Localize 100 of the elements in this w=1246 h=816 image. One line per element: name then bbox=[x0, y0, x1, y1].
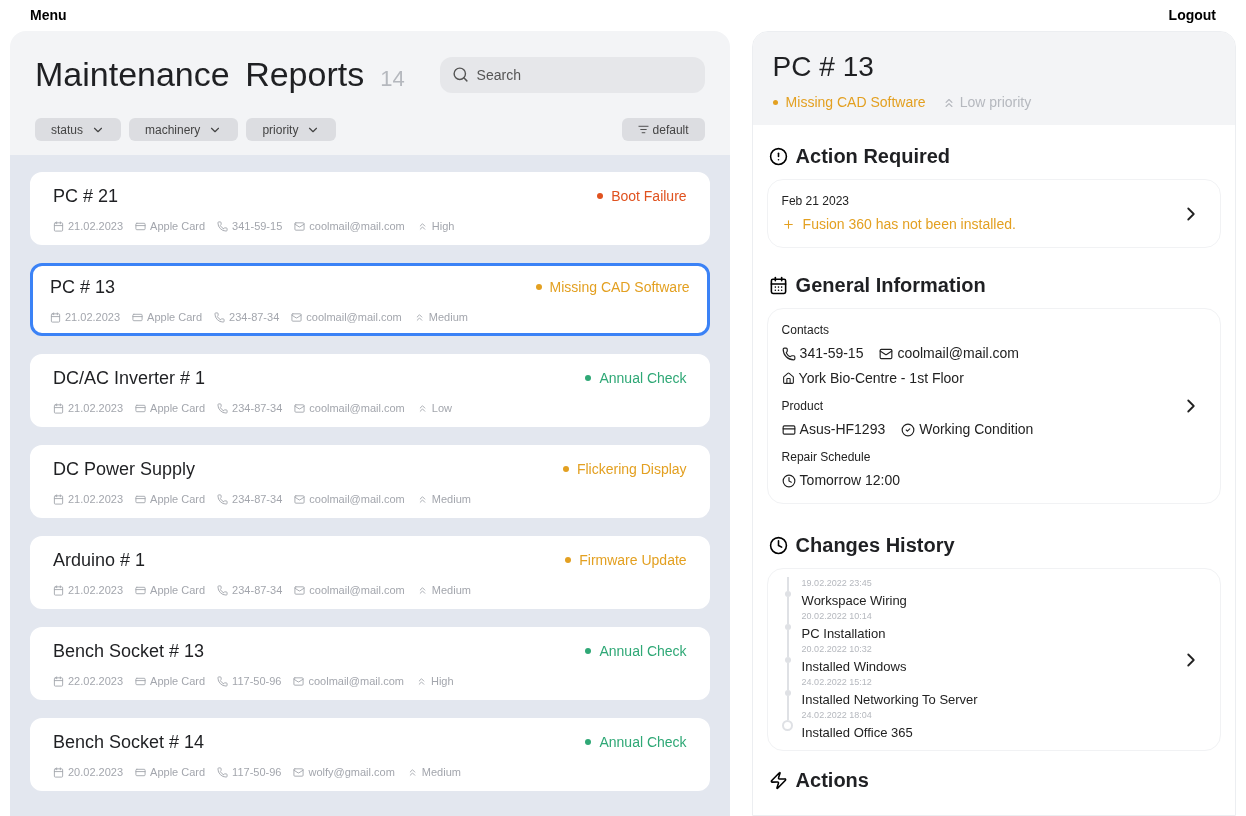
calendar-icon bbox=[50, 311, 61, 323]
page-title: Maintenance Reports bbox=[35, 54, 365, 95]
report-card[interactable]: PC # 13 Missing CAD Software 21.02.2023 Apple Card 234-87-34 coolmail@mail.com Medium bbox=[30, 263, 710, 336]
email-address: coolmail@mail.com bbox=[308, 673, 404, 689]
filter-dropdown[interactable]: machinery bbox=[129, 118, 239, 141]
payment-method: Apple Card bbox=[150, 491, 206, 507]
phone-number: 234-87-34 bbox=[232, 582, 283, 598]
history-time: 24.02.2022 15:12 bbox=[801, 676, 873, 689]
report-name: Bench Socket # 13 bbox=[53, 639, 205, 663]
field-label: Repair Schedule bbox=[781, 449, 872, 466]
status-label: Boot Failure bbox=[611, 186, 687, 206]
report-card[interactable]: Bench Socket # 14 Annual Check 20.02.2023 Apple Card 117-50-96 wolfy@gmail.com Medium bbox=[30, 718, 710, 791]
mail-icon bbox=[293, 766, 305, 778]
section-heading: Action Required bbox=[795, 144, 951, 169]
payment-method: Apple Card bbox=[147, 309, 203, 325]
phone-number: 117-50-96 bbox=[232, 673, 282, 689]
phone-number: 117-50-96 bbox=[232, 764, 282, 780]
phone-icon bbox=[217, 402, 229, 414]
email-address: coolmail@mail.com bbox=[309, 218, 405, 234]
report-card[interactable]: DC Power Supply Flickering Display 21.02.2023 Apple Card 234-87-34 coolmail@mail.com Medium bbox=[30, 445, 710, 518]
calendar-icon bbox=[53, 402, 64, 414]
phone-number: 341-59-15 bbox=[799, 344, 864, 363]
calendar-icon bbox=[53, 220, 64, 232]
report-name: Arduino # 1 bbox=[53, 548, 146, 572]
report-card[interactable]: Arduino # 1 Firmware Update 21.02.2023 Apple Card 234-87-34 coolmail@mail.com Medium bbox=[30, 536, 710, 609]
card-icon bbox=[135, 493, 147, 505]
priority-label: Low priority bbox=[959, 93, 1032, 112]
action-date: Feb 21 2023 bbox=[781, 193, 850, 210]
phone-icon bbox=[217, 766, 229, 778]
email-address: coolmail@mail.com bbox=[306, 309, 402, 325]
schedule-text: Tomorrow 12:00 bbox=[799, 471, 900, 490]
menu-link[interactable]: Menu bbox=[30, 5, 67, 26]
mail-icon bbox=[294, 493, 306, 505]
history-time: 20.02.2022 10:32 bbox=[801, 643, 873, 656]
sort-button[interactable]: default bbox=[621, 118, 705, 141]
payment-method: Apple Card bbox=[150, 764, 206, 780]
mail-icon bbox=[294, 402, 306, 414]
status-label: Annual Check bbox=[599, 732, 687, 752]
report-date: 21.02.2023 bbox=[65, 309, 121, 325]
logout-link[interactable]: Logout bbox=[1168, 5, 1216, 26]
report-card[interactable]: PC # 21 Boot Failure 21.02.2023 Apple Card 341-59-15 coolmail@mail.com High bbox=[30, 172, 710, 245]
report-name: PC # 21 bbox=[53, 184, 119, 208]
card-icon bbox=[135, 402, 147, 414]
priority-label: High bbox=[431, 218, 455, 234]
calendar-icon bbox=[53, 584, 64, 596]
clock-icon bbox=[781, 473, 796, 488]
info-card[interactable]: Contacts 341-59-15 coolmail@mail.com York Bio-Centre - 1st Floor Product Asus-HF1293 Working Condition Repair Schedule Tomorrow 12:00 bbox=[766, 308, 1221, 504]
product-name: Asus-HF1293 bbox=[799, 420, 886, 439]
action-card[interactable]: Feb 21 2023 Fusion 360 has not been installed. bbox=[766, 179, 1221, 248]
card-icon bbox=[135, 220, 147, 232]
plus-icon bbox=[781, 218, 795, 231]
report-name: Bench Socket # 14 bbox=[53, 730, 205, 754]
mail-icon bbox=[293, 675, 305, 687]
phone-number: 234-87-34 bbox=[232, 400, 283, 416]
calendar-icon bbox=[53, 493, 64, 505]
lightning-icon bbox=[768, 770, 788, 790]
email-address: wolfy@gmail.com bbox=[308, 764, 395, 780]
status-label: Missing CAD Software bbox=[785, 93, 926, 112]
calendar-icon bbox=[768, 275, 788, 295]
alert-icon bbox=[768, 146, 788, 166]
mail-icon bbox=[294, 584, 306, 596]
status-label: Annual Check bbox=[599, 641, 687, 661]
field-label: Product bbox=[781, 398, 824, 415]
report-date: 21.02.2023 bbox=[68, 218, 124, 234]
payment-method: Apple Card bbox=[150, 673, 206, 689]
report-date: 22.02.2023 bbox=[68, 673, 124, 689]
report-date: 21.02.2023 bbox=[68, 491, 124, 507]
phone-number: 234-87-34 bbox=[229, 309, 280, 325]
sort-icon bbox=[637, 124, 649, 135]
report-name: PC # 13 bbox=[50, 275, 116, 299]
card-icon bbox=[135, 584, 147, 596]
filter-dropdown[interactable]: status bbox=[35, 118, 121, 141]
section-heading: Changes History bbox=[795, 533, 955, 558]
priority-label: Low bbox=[431, 400, 452, 416]
email-address: coolmail@mail.com bbox=[309, 582, 405, 598]
history-title: Workspace Wiring bbox=[801, 591, 907, 610]
card-icon bbox=[135, 675, 147, 687]
history-title: Installed Networking To Server bbox=[801, 690, 978, 709]
payment-method: Apple Card bbox=[150, 218, 206, 234]
history-time: 20.02.2022 10:14 bbox=[801, 610, 873, 623]
priority-label: High bbox=[431, 673, 454, 689]
phone-number: 341-59-15 bbox=[232, 218, 283, 234]
report-card[interactable]: Bench Socket # 13 Annual Check 22.02.2023 Apple Card 117-50-96 coolmail@mail.com High bbox=[30, 627, 710, 700]
history-time: 19.02.2022 23:45 bbox=[801, 577, 873, 590]
report-name: DC/AC Inverter # 1 bbox=[53, 366, 206, 390]
history-title: PC Installation bbox=[801, 624, 886, 643]
report-card[interactable]: DC/AC Inverter # 1 Annual Check 21.02.2023 Apple Card 234-87-34 coolmail@mail.com Low bbox=[30, 354, 710, 427]
phone-icon bbox=[781, 346, 796, 361]
filter-dropdown[interactable]: priority bbox=[246, 118, 337, 141]
history-title: Installed Office 365 bbox=[801, 723, 913, 742]
report-date: 20.02.2023 bbox=[68, 764, 124, 780]
phone-icon bbox=[217, 584, 229, 596]
email-address: coolmail@mail.com bbox=[309, 491, 405, 507]
phone-number: 234-87-34 bbox=[232, 491, 283, 507]
priority-label: Medium bbox=[428, 309, 468, 325]
calendar-icon bbox=[53, 766, 64, 778]
status-label: Firmware Update bbox=[579, 550, 687, 570]
history-card[interactable]: 19.02.2022 23:45 Workspace Wiring 20.02.2022 10:14 PC Installation 20.02.2022 10:32 Installed Windows 24.02.2022 15:12 Installed Networking To Server 24.02.2022 18:04 Installed Office 365 bbox=[766, 568, 1221, 751]
search-field[interactable]: Search bbox=[439, 56, 705, 93]
priority-label: Medium bbox=[431, 582, 471, 598]
